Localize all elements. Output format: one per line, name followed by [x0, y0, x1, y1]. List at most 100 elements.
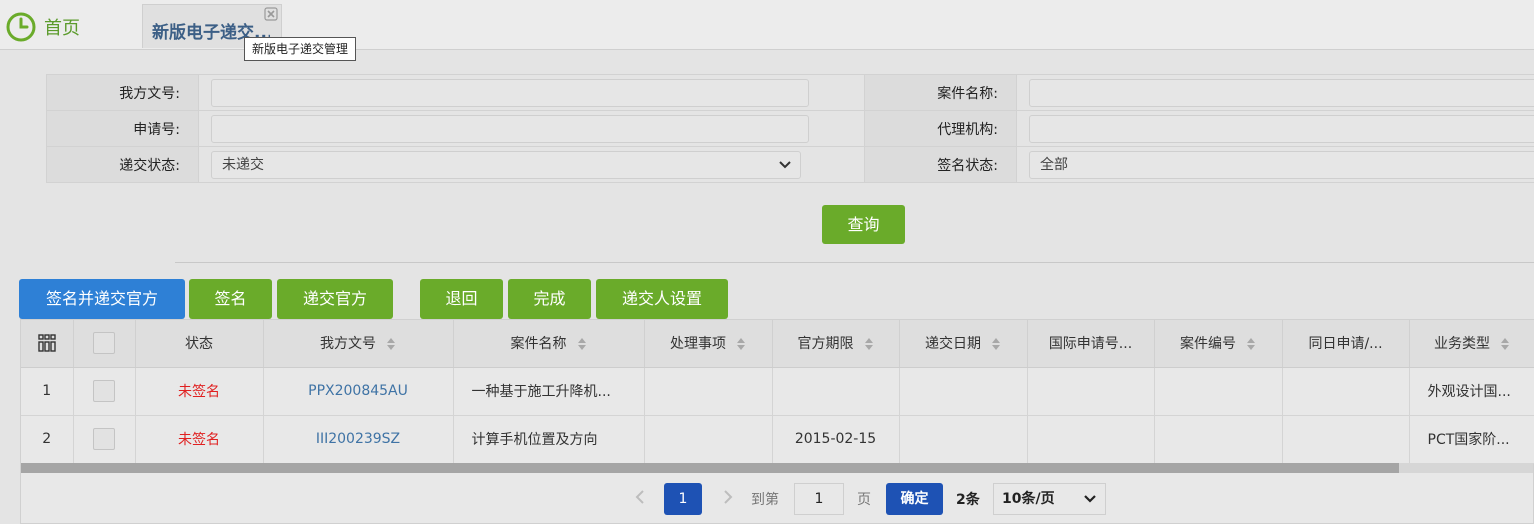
sign-and-submit-button[interactable]: 签名并递交官方	[19, 279, 185, 319]
submit-status-value: 未递交	[222, 156, 264, 173]
tab-tooltip: 新版电子递交管理	[244, 37, 357, 61]
row-checkbox[interactable]	[93, 380, 115, 402]
header-submit-date[interactable]: 递交日期	[899, 320, 1028, 368]
submit-official-button[interactable]: 递交官方	[277, 279, 393, 319]
header-matter[interactable]: 处理事项	[644, 320, 773, 368]
chevron-down-icon	[1084, 495, 1096, 503]
row-biz-type: PCT国家阶...	[1409, 415, 1534, 464]
header-submit-date-label: 递交日期	[925, 336, 981, 353]
header-our-ref-label: 我方文号	[320, 336, 376, 353]
row-case-no	[1154, 415, 1283, 464]
header-matter-label: 处理事项	[670, 336, 726, 353]
select-all-checkbox[interactable]	[93, 332, 115, 355]
row-biz-type: 外观设计国...	[1409, 367, 1534, 416]
row-checkbox[interactable]	[93, 428, 115, 450]
our-ref-input[interactable]	[211, 78, 809, 107]
tab-home[interactable]: 首页	[6, 10, 80, 44]
header-our-ref[interactable]: 我方文号	[263, 320, 454, 368]
header-intl-app-no: 国际申请号...	[1027, 320, 1155, 368]
column-settings[interactable]	[21, 320, 74, 368]
page-size-select[interactable]: 10条/页	[993, 483, 1106, 515]
row-submit-date	[899, 367, 1028, 416]
row-deadline	[772, 367, 900, 416]
row-case-name: 计算手机位置及方向	[453, 415, 645, 464]
row-same-day	[1282, 367, 1410, 416]
chevron-left-icon[interactable]	[633, 489, 647, 505]
chevron-down-icon	[779, 160, 791, 168]
sign-status-value: 全部	[1040, 156, 1068, 173]
goto-page-input[interactable]: 1	[794, 483, 844, 515]
our-ref-label: 我方文号:	[46, 74, 199, 111]
table-row[interactable]: 1 未签名 PPX200845AU 一种基于施工升降机... 外观设计国...	[21, 367, 1534, 416]
header-case-no[interactable]: 案件编号	[1154, 320, 1283, 368]
row-case-no	[1154, 367, 1283, 416]
sort-icon[interactable]	[991, 337, 1001, 351]
app-no-input[interactable]	[211, 114, 809, 143]
row-case-name: 一种基于施工升降机...	[453, 367, 645, 416]
scrollbar-thumb[interactable]	[21, 463, 1399, 473]
case-name-label: 案件名称:	[864, 74, 1017, 111]
query-button[interactable]: 查询	[822, 205, 905, 244]
row-status: 未签名	[135, 367, 264, 416]
total-count: 2条	[956, 492, 980, 508]
data-grid: 状态 我方文号 案件名称 处理事项 官方期限 递交日期 国际申请号... 案件编…	[20, 319, 1534, 524]
row-submit-date	[899, 415, 1028, 464]
sort-icon[interactable]	[577, 337, 587, 351]
sign-status-select[interactable]: 全部	[1029, 150, 1534, 179]
pagination: 1 到第 1 页 确定 2条 10条/页	[21, 473, 1533, 523]
submit-status-label: 递交状态:	[46, 146, 199, 183]
sign-button[interactable]: 签名	[189, 279, 272, 319]
header-same-day-label: 同日申请/...	[1308, 336, 1383, 353]
header-status-label: 状态	[185, 336, 213, 353]
header-biz-type[interactable]: 业务类型	[1409, 320, 1534, 368]
header-deadline-label: 官方期限	[797, 336, 854, 353]
row-index: 2	[21, 415, 74, 464]
row-intl-app-no	[1027, 415, 1155, 464]
page-size-value: 10条/页	[1002, 491, 1055, 507]
header-biz-type-label: 业务类型	[1434, 336, 1490, 353]
goto-confirm-button[interactable]: 确定	[886, 483, 943, 515]
return-button[interactable]: 退回	[420, 279, 503, 319]
divider	[175, 262, 1534, 263]
agency-input[interactable]	[1029, 114, 1534, 143]
app-no-label: 申请号:	[46, 110, 199, 147]
close-icon[interactable]	[264, 7, 278, 21]
submit-status-select[interactable]: 未递交	[211, 150, 801, 179]
row-deadline: 2015-02-15	[772, 415, 900, 464]
agency-label: 代理机构:	[864, 110, 1017, 147]
chevron-right-icon[interactable]	[721, 489, 735, 505]
header-deadline[interactable]: 官方期限	[772, 320, 900, 368]
row-matter	[644, 367, 773, 416]
sort-icon[interactable]	[1500, 337, 1510, 351]
table-row[interactable]: 2 未签名 III200239SZ 计算手机位置及方向 2015-02-15 P…	[21, 415, 1534, 464]
case-name-input[interactable]	[1029, 78, 1534, 107]
page-button-current[interactable]: 1	[664, 483, 702, 515]
sort-icon[interactable]	[736, 337, 746, 351]
row-matter	[644, 415, 773, 464]
search-form: 我方文号: 案件名称: 申请号: 代理机构: 递交状态: 未递交 签名状态: 全…	[46, 74, 1534, 183]
row-checkbox-cell	[73, 415, 136, 464]
page-unit-label: 页	[857, 492, 871, 508]
row-intl-app-no	[1027, 367, 1155, 416]
row-our-ref-link[interactable]: PPX200845AU	[263, 367, 454, 416]
grid-icon	[38, 334, 56, 352]
row-our-ref-link[interactable]: III200239SZ	[263, 415, 454, 464]
sign-status-label: 签名状态:	[864, 146, 1017, 183]
row-index: 1	[21, 367, 74, 416]
header-case-no-label: 案件编号	[1180, 336, 1236, 353]
tab-home-label: 首页	[44, 18, 80, 39]
horizontal-scrollbar[interactable]	[21, 463, 1533, 473]
sort-icon[interactable]	[864, 337, 874, 351]
header-intl-app-no-label: 国际申请号...	[1048, 336, 1133, 353]
header-case-name[interactable]: 案件名称	[453, 320, 645, 368]
header-status: 状态	[135, 320, 264, 368]
row-checkbox-cell	[73, 367, 136, 416]
header-case-name-label: 案件名称	[510, 336, 567, 353]
sort-icon[interactable]	[1246, 337, 1256, 351]
row-same-day	[1282, 415, 1410, 464]
sort-icon[interactable]	[386, 337, 396, 351]
complete-button[interactable]: 完成	[508, 279, 591, 319]
submitter-settings-button[interactable]: 递交人设置	[596, 279, 728, 319]
goto-label: 到第	[751, 492, 779, 508]
header-same-day: 同日申请/...	[1282, 320, 1410, 368]
